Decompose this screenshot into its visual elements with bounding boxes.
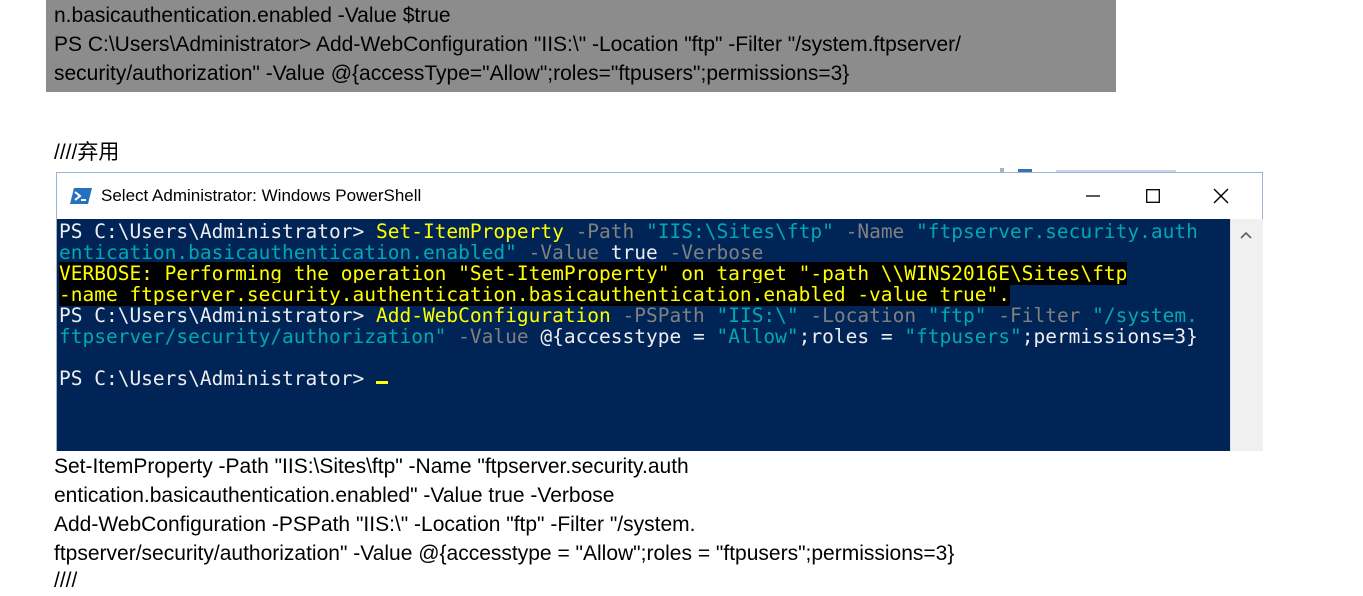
text-line: //// xyxy=(54,569,78,592)
console-prompt-line: PS C:\Users\Administrator> xyxy=(59,368,388,389)
minimize-button[interactable] xyxy=(1063,173,1123,219)
minimize-icon xyxy=(1086,189,1100,203)
deprecated-heading: ////弃用 xyxy=(54,141,120,164)
text-line: ftpserver/security/authorization" -Value… xyxy=(54,542,955,565)
vertical-scrollbar[interactable] xyxy=(1230,219,1263,451)
powershell-window: Select Administrator: Windows PowerShell… xyxy=(56,172,1263,451)
console-line: ftpserver/security/authorization" -Value… xyxy=(59,325,1198,348)
text-line: Add-WebConfiguration -PSPath "IIS:\" -Lo… xyxy=(54,513,696,536)
highlighted-code-block: n.basicauthentication.enabled -Value $tr… xyxy=(46,0,1116,92)
chevron-up-icon[interactable] xyxy=(1239,227,1253,245)
maximize-button[interactable] xyxy=(1123,173,1183,219)
window-title: Select Administrator: Windows PowerShell xyxy=(101,186,422,205)
close-button[interactable] xyxy=(1191,173,1251,219)
powershell-icon xyxy=(70,186,92,206)
window-titlebar[interactable]: Select Administrator: Windows PowerShell xyxy=(57,173,1262,219)
close-icon xyxy=(1213,188,1229,204)
console-line: PS C:\Users\Administrator> Add-WebConfig… xyxy=(59,304,1198,327)
verbose-line: VERBOSE: Performing the operation "Set-I… xyxy=(59,262,1128,285)
console-line: PS C:\Users\Administrator> Set-ItemPrope… xyxy=(59,220,1198,243)
code-line: PS C:\Users\Administrator> Add-WebConfig… xyxy=(54,33,961,56)
console-line: entication.basicauthentication.enabled" … xyxy=(59,241,764,264)
maximize-icon xyxy=(1146,189,1160,203)
code-line: security/authorization" -Value @{accessT… xyxy=(54,62,850,85)
code-line: n.basicauthentication.enabled -Value $tr… xyxy=(54,4,451,27)
text-line: entication.basicauthentication.enabled" … xyxy=(54,484,615,507)
verbose-line: -name ftpserver.security.authentication.… xyxy=(59,283,1010,306)
text-line: Set-ItemProperty -Path "IIS:\Sites\ftp" … xyxy=(54,455,689,478)
console-output[interactable]: PS C:\Users\Administrator> Set-ItemPrope… xyxy=(57,219,1230,451)
text-cursor xyxy=(375,381,388,384)
